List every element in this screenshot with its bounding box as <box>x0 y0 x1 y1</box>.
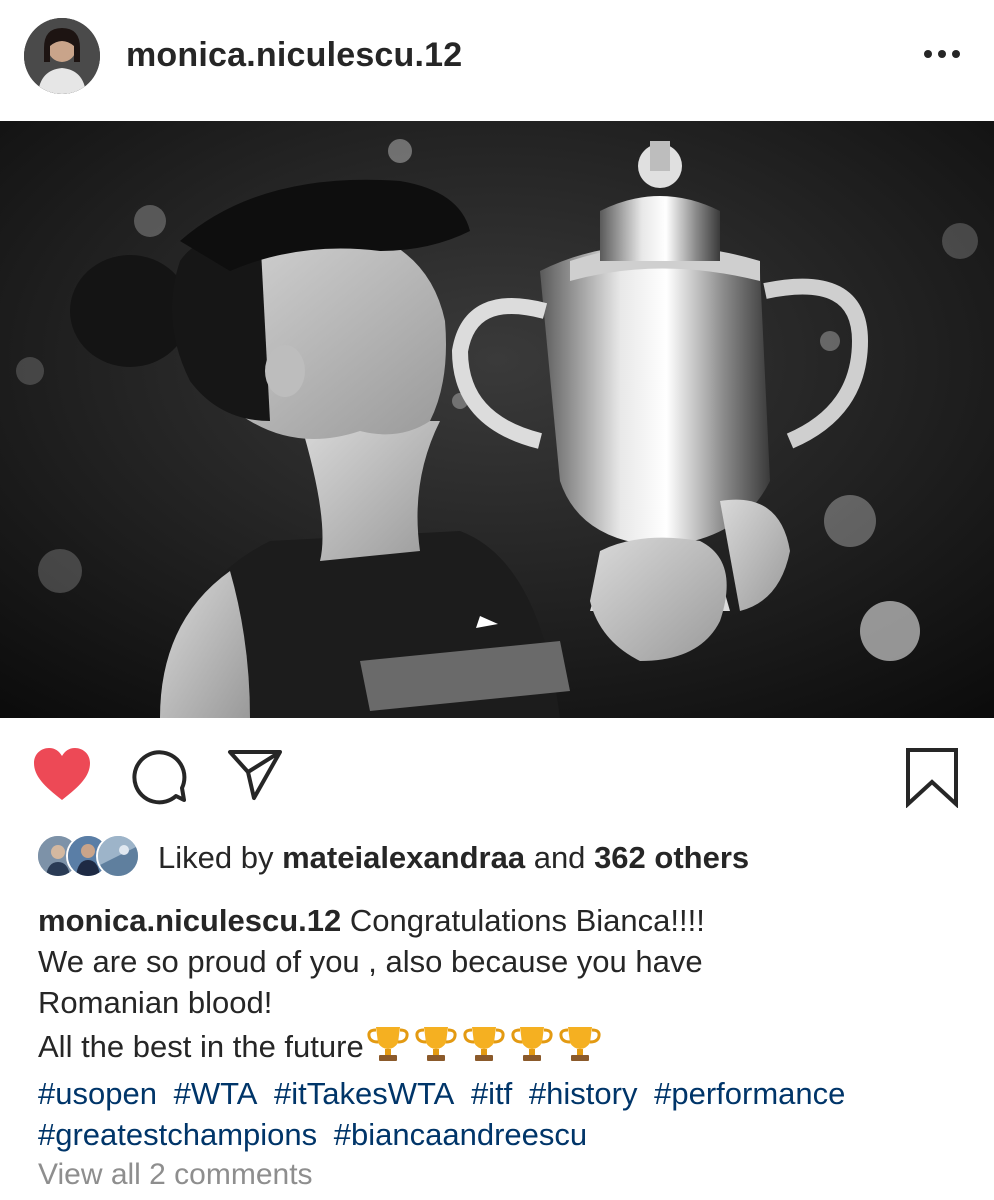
hashtag-link[interactable]: #biancaandreescu <box>334 1117 587 1152</box>
liker-avatar <box>96 834 140 878</box>
profile-avatar[interactable] <box>24 18 100 94</box>
ellipsis-icon[interactable] <box>918 40 966 68</box>
trophy-icon <box>367 1027 409 1061</box>
caption-line: We are so proud of you , also because yo… <box>38 944 703 979</box>
heart-filled-icon[interactable] <box>32 746 92 802</box>
post-header: monica.niculescu.12 <box>0 0 994 118</box>
caption-text: Congratulations Bianca!!!! <box>349 903 705 938</box>
post-photo[interactable] <box>0 121 994 718</box>
liker-username[interactable]: mateialexandraa <box>282 840 525 875</box>
liker-avatars <box>36 834 146 880</box>
likes-row[interactable]: Liked by mateialexandraa and 362 others <box>36 832 976 882</box>
likes-summary: Liked by mateialexandraa and 362 others <box>158 840 749 876</box>
hashtag-link[interactable]: #itf <box>471 1076 512 1111</box>
post-username[interactable]: monica.niculescu.12 <box>126 36 462 75</box>
caption-line: All the best in the future <box>38 1023 968 1073</box>
post-caption: monica.niculescu.12 Congratulations Bian… <box>38 900 968 1155</box>
likes-count[interactable]: 362 others <box>594 840 749 875</box>
hashtag-link[interactable]: #usopen <box>38 1076 157 1111</box>
post-image <box>0 121 994 718</box>
trophy-icon <box>559 1027 601 1061</box>
hashtag-list: #usopen #WTA #itTakesWTA #itf #history #… <box>38 1073 968 1155</box>
view-all-comments-link[interactable]: View all 2 comments <box>38 1158 313 1192</box>
likes-prefix: Liked by <box>158 840 274 875</box>
comment-bubble-icon[interactable] <box>130 748 188 806</box>
hashtag-link[interactable]: #itTakesWTA <box>274 1076 454 1111</box>
caption-text: All the best in the future <box>38 1029 364 1064</box>
trophy-icon <box>415 1027 457 1061</box>
paper-plane-icon[interactable] <box>226 748 284 802</box>
avatar-photo <box>24 18 100 94</box>
hashtag-link[interactable]: #history <box>529 1076 638 1111</box>
trophy-icon <box>463 1027 505 1061</box>
trophy-icon <box>511 1027 553 1061</box>
caption-line: monica.niculescu.12 Congratulations Bian… <box>38 900 968 941</box>
bookmark-icon[interactable] <box>904 746 960 808</box>
trophy-emojis <box>364 1023 604 1073</box>
post-actions-bar <box>0 740 994 810</box>
caption-line: Romanian blood! <box>38 985 273 1020</box>
hashtag-link[interactable]: #WTA <box>174 1076 258 1111</box>
likes-conj: and <box>533 840 586 875</box>
hashtag-link[interactable]: #performance <box>654 1076 845 1111</box>
hashtag-link[interactable]: #greatestchampions <box>38 1117 317 1152</box>
caption-username[interactable]: monica.niculescu.12 <box>38 903 341 938</box>
